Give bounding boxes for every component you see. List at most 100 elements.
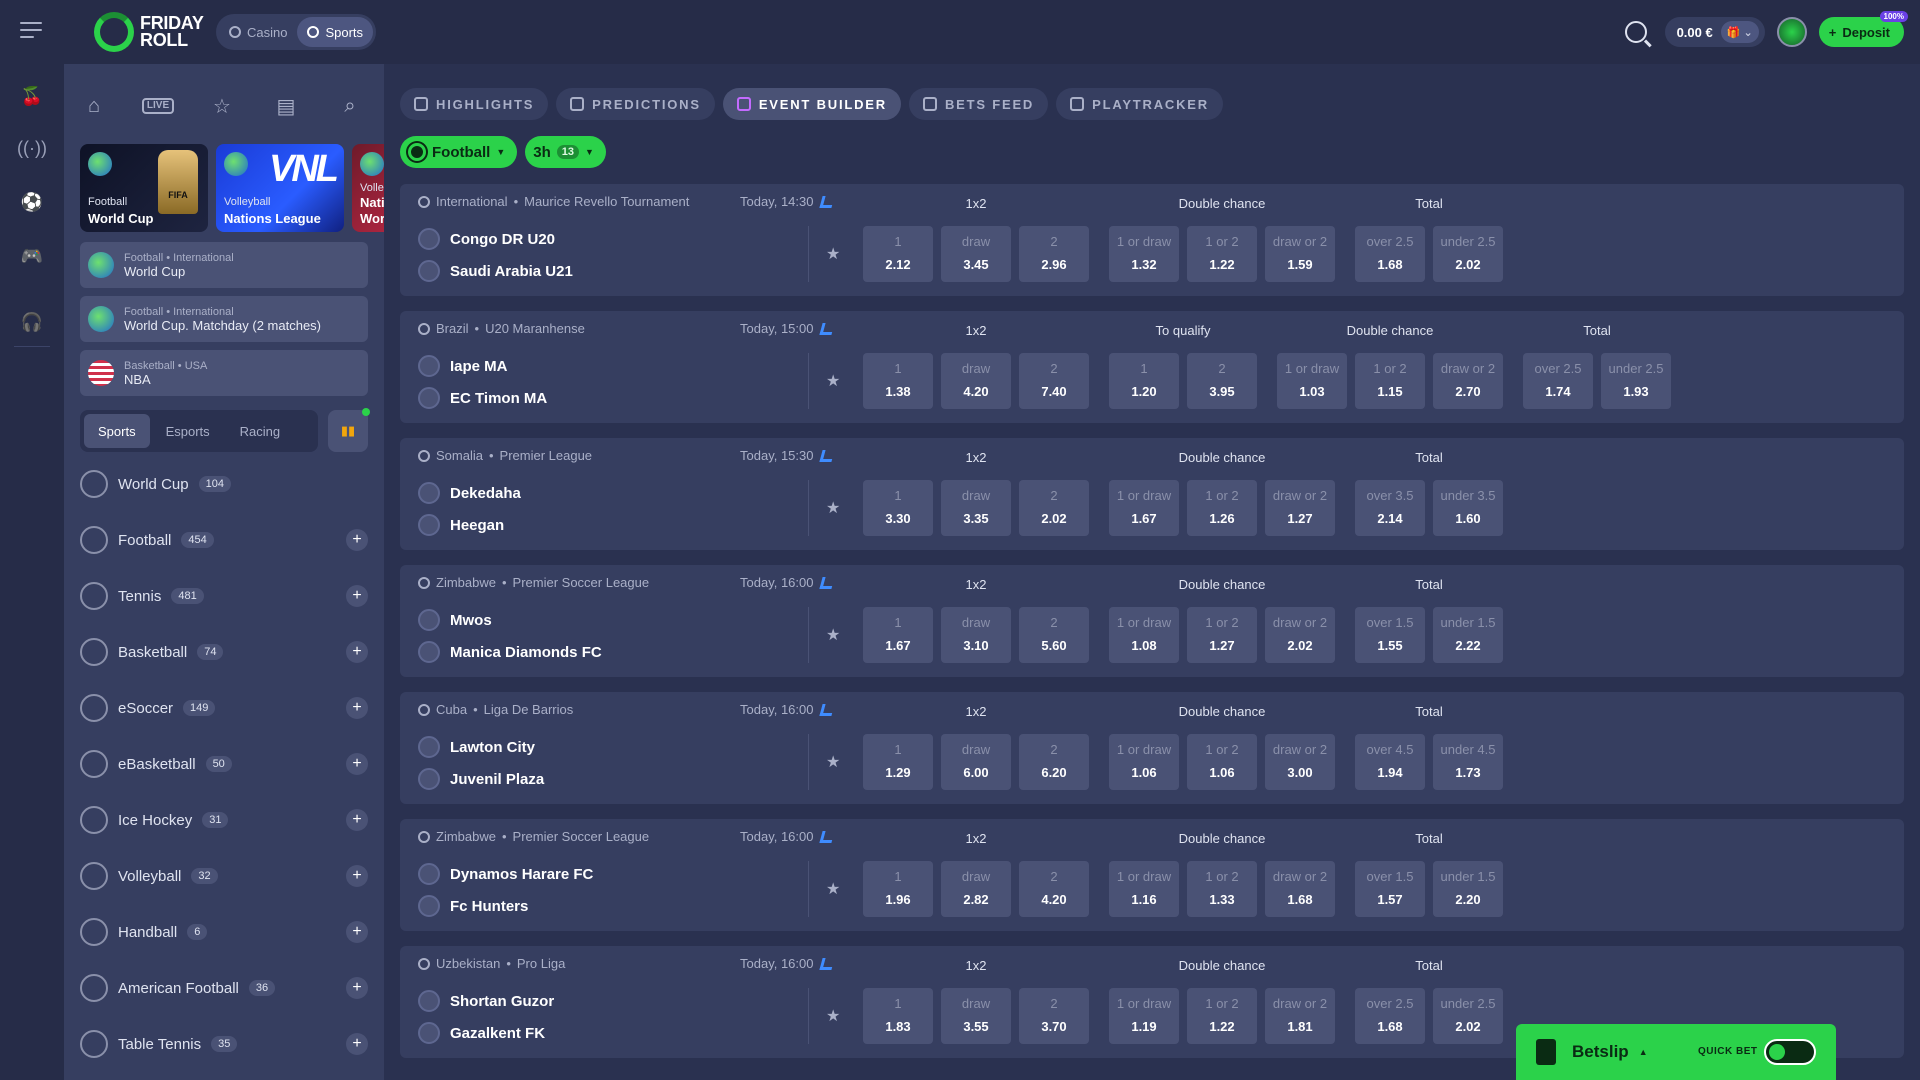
odds-button[interactable]: under 2.5 1.93 — [1601, 353, 1671, 409]
odds-button[interactable]: 1 1.20 — [1109, 353, 1179, 409]
odds-button[interactable]: under 4.5 1.73 — [1433, 734, 1503, 790]
odds-button[interactable]: draw or 2 1.81 — [1265, 988, 1335, 1044]
odds-button[interactable]: draw or 2 1.27 — [1265, 480, 1335, 536]
odds-button[interactable]: 2 4.20 — [1019, 861, 1089, 917]
odds-button[interactable]: 1 2.12 — [863, 226, 933, 282]
favorite-star-icon[interactable]: ★ — [826, 1006, 840, 1026]
home-team[interactable]: Dynamos Harare FC — [418, 863, 593, 885]
odds-button[interactable]: 1 or 2 1.22 — [1187, 226, 1257, 282]
away-team[interactable]: Saudi Arabia U21 — [418, 260, 573, 282]
odds-button[interactable]: 1 or draw 1.32 — [1109, 226, 1179, 282]
event-league[interactable]: Uzbekistan • Pro Liga — [418, 956, 565, 971]
odds-button[interactable]: draw or 2 2.70 — [1433, 353, 1503, 409]
odds-button[interactable]: 1 or draw 1.67 — [1109, 480, 1179, 536]
stats-icon[interactable] — [819, 957, 836, 970]
odds-button[interactable]: over 1.5 1.57 — [1355, 861, 1425, 917]
odds-button[interactable]: over 3.5 2.14 — [1355, 480, 1425, 536]
odds-button[interactable]: 1 or 2 1.27 — [1187, 607, 1257, 663]
sidebar-sport-item[interactable]: eBasketball 50 + — [80, 744, 368, 784]
search-icon[interactable] — [1624, 21, 1647, 43]
odds-button[interactable]: draw 3.10 — [941, 607, 1011, 663]
odds-button[interactable]: draw 3.45 — [941, 226, 1011, 282]
odds-button[interactable]: 1 or 2 1.06 — [1187, 734, 1257, 790]
expand-plus-icon[interactable]: + — [346, 809, 368, 831]
odds-button[interactable]: 2 3.95 — [1187, 353, 1257, 409]
soccer-ball-icon[interactable]: ⚽ — [20, 190, 44, 214]
favorite-league-world-cup-matchday[interactable]: Football • International World Cup. Match… — [80, 296, 368, 342]
stats-icon[interactable] — [819, 322, 836, 335]
odds-button[interactable]: draw or 2 1.68 — [1265, 861, 1335, 917]
odds-button[interactable]: draw 3.35 — [941, 480, 1011, 536]
odds-button[interactable]: 2 2.96 — [1019, 226, 1089, 282]
sidebar-sport-item[interactable]: Tennis 481 + — [80, 576, 368, 616]
event-league[interactable]: Brazil • U20 Maranhense — [418, 321, 585, 336]
event-league[interactable]: Somalia • Premier League — [418, 448, 592, 463]
away-team[interactable]: Gazalkent FK — [418, 1022, 545, 1044]
odds-button[interactable]: under 1.5 2.22 — [1433, 607, 1503, 663]
odds-button[interactable]: 2 2.02 — [1019, 480, 1089, 536]
tab-highlights[interactable]: HIGHLIGHTS — [400, 88, 549, 120]
odds-button[interactable]: 1 or draw 1.03 — [1277, 353, 1347, 409]
featured-card-nations-league[interactable]: VNL Volleyball Nations League — [216, 144, 344, 232]
favorite-star-icon[interactable]: ★ — [826, 752, 840, 772]
gift-icon[interactable]: 🎁 ⌄ — [1720, 21, 1759, 43]
stats-icon[interactable] — [819, 195, 836, 208]
odds-button[interactable]: 1 1.38 — [863, 353, 933, 409]
odds-button[interactable]: draw 3.55 — [941, 988, 1011, 1044]
sidebar-sport-item[interactable]: American Football 36 + — [80, 968, 368, 1008]
favorite-star-icon[interactable]: ★ — [826, 879, 840, 899]
expand-plus-icon[interactable]: + — [346, 697, 368, 719]
odds-button[interactable]: 1 or 2 1.15 — [1355, 353, 1425, 409]
quick-bet-toggle[interactable] — [1764, 1039, 1816, 1065]
odds-button[interactable]: draw or 2 1.59 — [1265, 226, 1335, 282]
brand-logo[interactable]: FRIDAY ROLL — [94, 10, 204, 54]
search-icon[interactable]: ⌕ — [336, 92, 364, 120]
favorite-star-icon[interactable]: ★ — [826, 625, 840, 645]
expand-plus-icon[interactable]: + — [346, 753, 368, 775]
odds-button[interactable]: draw 2.82 — [941, 861, 1011, 917]
sidebar-sport-item[interactable]: Basketball 74 + — [80, 632, 368, 672]
odds-button[interactable]: under 3.5 1.60 — [1433, 480, 1503, 536]
odds-button[interactable]: 1 or 2 1.33 — [1187, 861, 1257, 917]
sidebar-sport-item[interactable]: Handball 6 + — [80, 912, 368, 952]
odds-button[interactable]: 1 1.96 — [863, 861, 933, 917]
odds-button[interactable]: draw or 2 3.00 — [1265, 734, 1335, 790]
away-team[interactable]: Juvenil Plaza — [418, 768, 544, 790]
odds-button[interactable]: 1 3.30 — [863, 480, 933, 536]
away-team[interactable]: Heegan — [418, 514, 504, 536]
favorite-star-icon[interactable]: ★ — [826, 498, 840, 518]
stats-icon[interactable] — [819, 449, 836, 462]
stats-icon[interactable] — [819, 576, 836, 589]
favorite-star-icon[interactable]: ★ — [826, 244, 840, 264]
sidebar-sport-item[interactable]: World Cup 104 — [80, 464, 368, 504]
home-team[interactable]: Mwos — [418, 609, 492, 631]
favorite-league-world-cup[interactable]: Football • International World Cup — [80, 242, 368, 288]
live-icon[interactable]: LIVE — [141, 92, 175, 120]
mode-casino[interactable]: Casino — [219, 17, 297, 47]
stats-icon[interactable] — [819, 703, 836, 716]
odds-button[interactable]: over 2.5 1.74 — [1523, 353, 1593, 409]
away-team[interactable]: EC Timon MA — [418, 387, 547, 409]
event-league[interactable]: Zimbabwe • Premier Soccer League — [418, 829, 649, 844]
odds-button[interactable]: over 2.5 1.68 — [1355, 988, 1425, 1044]
balance-display[interactable]: 0.00 € 🎁 ⌄ — [1664, 17, 1765, 47]
home-team[interactable]: Iape MA — [418, 355, 508, 377]
expand-plus-icon[interactable]: + — [346, 1033, 368, 1055]
odds-button[interactable]: 2 7.40 — [1019, 353, 1089, 409]
odds-button[interactable]: draw or 2 2.02 — [1265, 607, 1335, 663]
odds-button[interactable]: over 1.5 1.55 — [1355, 607, 1425, 663]
sidebar-sport-item[interactable]: Table Tennis 35 + — [80, 1024, 368, 1064]
odds-button[interactable]: draw 6.00 — [941, 734, 1011, 790]
odds-button[interactable]: 1 or draw 1.16 — [1109, 861, 1179, 917]
odds-button[interactable]: under 2.5 2.02 — [1433, 988, 1503, 1044]
odds-button[interactable]: 2 6.20 — [1019, 734, 1089, 790]
expand-plus-icon[interactable]: + — [346, 921, 368, 943]
mode-sports[interactable]: Sports — [297, 17, 374, 47]
odds-button[interactable]: 1 or draw 1.08 — [1109, 607, 1179, 663]
live-broadcast-icon[interactable]: ((·)) — [17, 136, 47, 160]
time-filter-dropdown[interactable]: 3h 13 ▼ — [525, 136, 606, 168]
featured-card-world-cup[interactable]: FIFA Football World Cup — [80, 144, 208, 232]
tab-esports[interactable]: Esports — [152, 414, 224, 448]
odds-button[interactable]: 2 3.70 — [1019, 988, 1089, 1044]
home-team[interactable]: Congo DR U20 — [418, 228, 555, 250]
